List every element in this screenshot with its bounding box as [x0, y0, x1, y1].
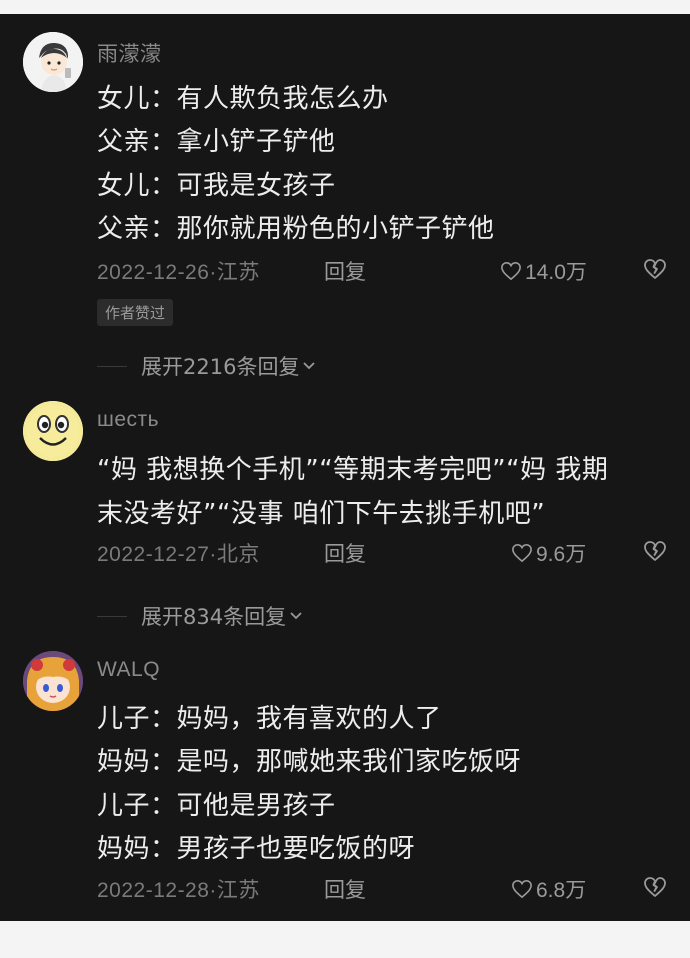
- comment-text-line: 女儿：有人欺负我怎么办: [97, 84, 389, 114]
- avatar[interactable]: [23, 32, 83, 92]
- broken-heart-icon: [644, 877, 666, 897]
- comment-text-line: 儿子：可他是男孩子: [97, 791, 336, 821]
- comment-meta: 2022-12-26·江苏 回复 14.0万: [97, 256, 667, 286]
- heart-outline-icon: [512, 879, 532, 899]
- comment-text-line: 末没考好”“没事 咱们下午去挑手机吧”: [97, 499, 546, 529]
- chevron-down-icon: [303, 362, 316, 370]
- avatar[interactable]: [23, 401, 83, 461]
- comment-text-line: “妈 我想换个手机”“等期末考完吧”“妈 我期: [97, 455, 609, 485]
- expand-replies-label[interactable]: 展开2216条回复: [141, 351, 299, 381]
- comment-text-line: 妈妈：是吗，那喊她来我们家吃饭呀: [97, 747, 522, 777]
- username[interactable]: 雨濛濛: [97, 38, 162, 68]
- reply-button[interactable]: 回复: [324, 538, 366, 568]
- dislike-button[interactable]: [643, 258, 667, 284]
- chevron-down-icon: [290, 612, 302, 620]
- like-count: 14.0万: [525, 261, 587, 284]
- dislike-button[interactable]: [643, 876, 667, 902]
- username[interactable]: шесть: [97, 408, 159, 432]
- like-button[interactable]: 6.8万: [511, 874, 586, 904]
- broken-heart-icon: [644, 541, 666, 561]
- avatar[interactable]: [23, 651, 83, 711]
- reply-button[interactable]: 回复: [324, 256, 366, 286]
- like-count: 9.6万: [536, 543, 587, 566]
- comment-feed: 雨濛濛 女儿：有人欺负我怎么办 父亲：拿小铲子铲他 女儿：可我是女孩子 父亲：那…: [0, 14, 690, 921]
- reply-button[interactable]: 回复: [324, 874, 366, 904]
- divider: [97, 365, 127, 367]
- comment-text-line: 父亲：拿小铲子铲他: [97, 127, 336, 157]
- divider: [97, 615, 127, 617]
- comment-meta: 2022-12-27·北京 回复 9.6万: [97, 538, 667, 568]
- date-location: 2022-12-26·江苏: [97, 261, 260, 284]
- like-button[interactable]: 9.6万: [511, 538, 586, 568]
- expand-replies-label[interactable]: 展开834条回复: [141, 601, 286, 631]
- comment-text-line: 女儿：可我是女孩子: [97, 171, 336, 201]
- heart-outline-icon: [512, 543, 532, 563]
- expand-replies[interactable]: 展开2216条回复: [97, 351, 317, 381]
- username[interactable]: WALQ: [97, 658, 160, 682]
- author-liked-badge: 作者赞过: [97, 299, 174, 326]
- dislike-button[interactable]: [643, 540, 667, 566]
- broken-heart-icon: [644, 259, 666, 279]
- like-count: 6.8万: [536, 879, 587, 902]
- heart-outline-icon: [501, 261, 521, 281]
- expand-replies[interactable]: 展开834条回复: [97, 601, 304, 631]
- date-location: 2022-12-28·江苏: [97, 879, 260, 902]
- comment-text-line: 儿子：妈妈，我有喜欢的人了: [97, 704, 442, 734]
- like-button[interactable]: 14.0万: [500, 256, 587, 286]
- comment-text-line: 父亲：那你就用粉色的小铲子铲他: [97, 214, 495, 244]
- comment-text-line: 妈妈：男孩子也要吃饭的呀: [97, 834, 416, 864]
- date-location: 2022-12-27·北京: [97, 543, 260, 566]
- comment-meta: 2022-12-28·江苏 回复 6.8万: [97, 874, 667, 904]
